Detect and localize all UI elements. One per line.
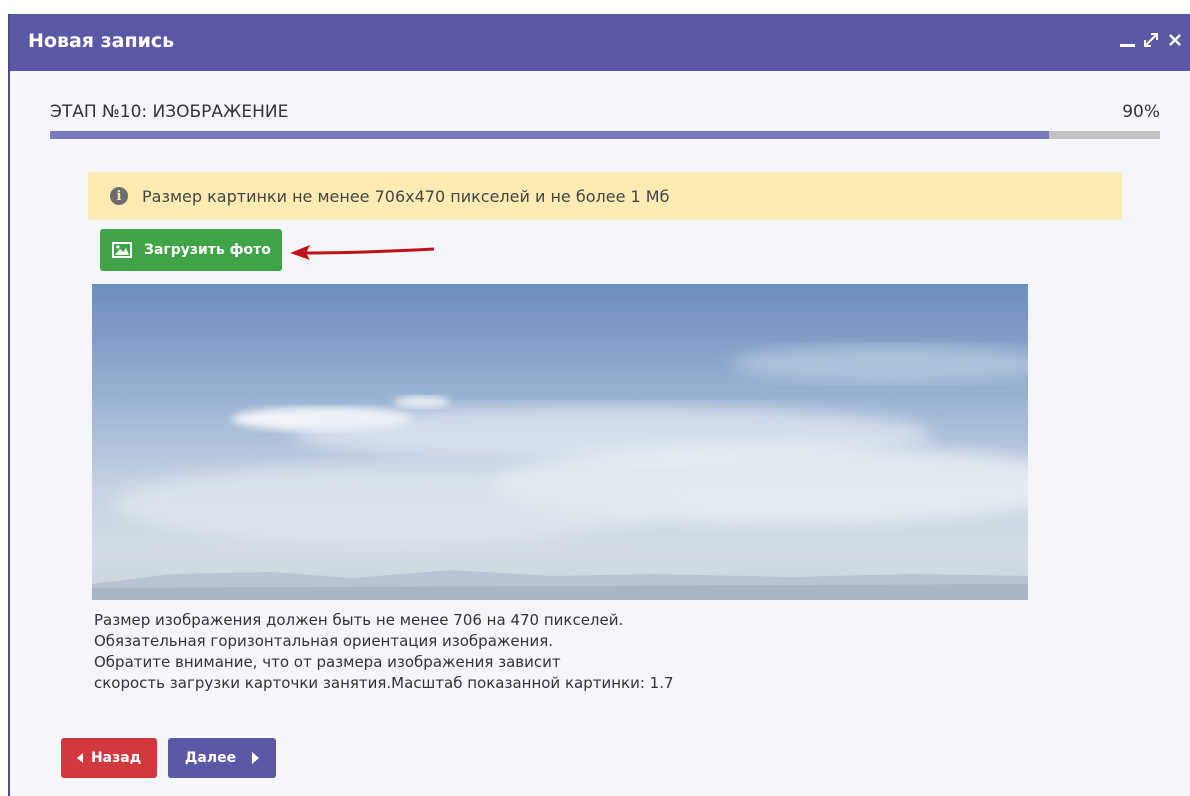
stage-title: ЭТАП №10: ИЗОБРАЖЕНИЕ [50, 102, 289, 122]
requirements-line: Обратите внимание, что от размера изобра… [94, 653, 561, 671]
dialog-titlebar: Новая запись [10, 14, 1190, 71]
dialog-title: Новая запись [28, 30, 175, 52]
info-icon: i [110, 187, 128, 205]
image-preview [92, 284, 1028, 600]
expand-icon[interactable] [1142, 28, 1160, 52]
next-label: Далее [184, 750, 237, 766]
upload-photo-label: Загрузить фото [144, 242, 271, 258]
next-button[interactable]: Далее [168, 738, 276, 778]
stage-percent: 90% [1122, 102, 1160, 122]
back-label: Назад [90, 750, 142, 766]
upload-photo-button[interactable]: Загрузить фото [100, 229, 282, 271]
minimize-icon[interactable] [1118, 28, 1136, 52]
progress-bar-fill [50, 131, 1049, 139]
sky-photo [92, 346, 1028, 600]
alert-text: Размер картинки не менее 706x470 пикселе… [142, 186, 670, 206]
image-icon [112, 242, 132, 258]
dialog-window: Новая запись ЭТАП №10: ИЗОБРАЖЕНИЕ 90% i… [8, 14, 1190, 796]
caret-right-icon [252, 752, 260, 764]
pointer-arrow [290, 245, 435, 260]
requirements-line: Размер изображения должен быть не менее … [94, 611, 624, 629]
caret-left-icon [76, 753, 83, 763]
size-warning-alert: i Размер картинки не менее 706x470 пиксе… [88, 172, 1122, 220]
requirements-line: скорость загрузки карточки занятия.Масшт… [94, 674, 674, 692]
close-icon[interactable] [1166, 28, 1184, 52]
requirements-line: Обязательная горизонтальная ориентация и… [94, 632, 553, 650]
back-button[interactable]: Назад [61, 738, 157, 778]
image-requirements-text: Размер изображения должен быть не менее … [94, 610, 674, 694]
window-controls [1118, 28, 1184, 52]
progress-bar [50, 131, 1160, 139]
